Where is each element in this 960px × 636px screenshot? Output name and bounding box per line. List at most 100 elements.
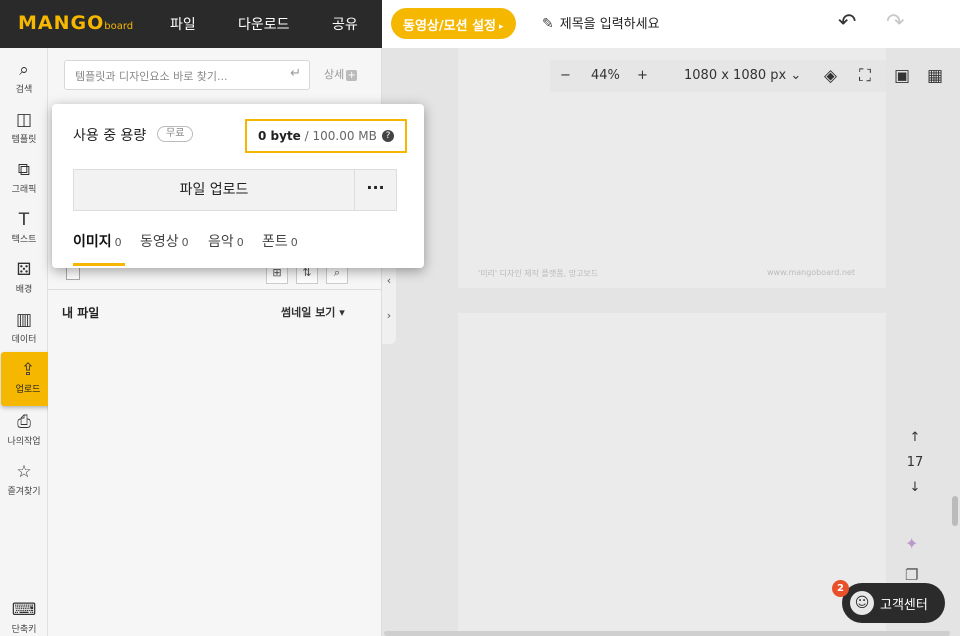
collapse-right-icon[interactable]: › <box>382 309 396 322</box>
total-storage: 100.00 MB <box>312 129 377 143</box>
more-options-button[interactable]: ··· <box>354 169 397 211</box>
nav-upload[interactable]: ⇪ 업로드 <box>1 352 55 406</box>
tab-music-count: 0 <box>236 236 244 249</box>
undo-icon[interactable]: ↶ <box>838 10 856 35</box>
play-triangle-icon: ▸ <box>499 22 504 32</box>
select-all-checkbox[interactable] <box>66 266 80 280</box>
page-size-icon[interactable]: ▣ <box>894 66 910 86</box>
tab-music[interactable]: 음악 0 <box>208 231 244 251</box>
title-input[interactable]: ✎ 제목을 입력하세요 <box>542 13 660 32</box>
chevron-down-icon: ⌄ <box>790 68 802 83</box>
thumbnail-view-dropdown[interactable]: 썸네일 보기 ▾ <box>281 304 345 320</box>
quota-separator: / <box>300 129 313 143</box>
active-tab-indicator <box>73 263 125 266</box>
usage-label: 사용 중 용량 <box>73 128 147 144</box>
nav-text[interactable]: T 텍스트 <box>0 210 48 245</box>
video-motion-settings-button[interactable]: 동영상/모션 설정 ▸ <box>391 8 516 39</box>
nav-background[interactable]: ⚄ 배경 <box>0 260 48 295</box>
help-icon[interactable]: ? <box>382 130 394 142</box>
watermark-left: '미리' 디자인 제작 플랫폼, 망고보드 <box>478 269 599 278</box>
tab-music-label: 음악 <box>208 234 234 250</box>
storage-popup: 사용 중 용량 무료 0 byte / 100.00 MB ? 파일 업로드 ·… <box>52 104 424 268</box>
zoom-level[interactable]: 44% <box>591 68 620 83</box>
layers-icon[interactable]: ◈ <box>824 66 837 86</box>
canvas-size-dropdown[interactable]: 1080 x 1080 px ⌄ <box>684 68 801 83</box>
page-navigator: ↑ 17 ↓ <box>900 430 930 495</box>
tab-image-count: 0 <box>114 236 122 249</box>
divider <box>48 289 382 290</box>
nav-graphic[interactable]: ⧉ 그래픽 <box>0 160 48 195</box>
menu-download[interactable]: 다운로드 <box>238 14 290 34</box>
search-icon: ⌕ <box>19 60 29 80</box>
file-upload-button[interactable]: 파일 업로드 <box>73 169 355 211</box>
nav-template[interactable]: ◫ 템플릿 <box>0 110 48 145</box>
background-icon: ⚄ <box>16 260 32 280</box>
text-icon: T <box>18 210 30 230</box>
vertical-scrollbar[interactable] <box>952 496 958 526</box>
printer-icon: ⎙ <box>17 412 31 432</box>
redo-icon[interactable]: ↷ <box>886 10 904 35</box>
tab-image-label: 이미지 <box>73 234 112 250</box>
canvas-size-label: 1080 x 1080 px <box>684 68 787 83</box>
nav-upload-label: 업로드 <box>15 385 41 395</box>
template-icon: ◫ <box>15 110 33 130</box>
tab-video-count: 0 <box>181 236 189 249</box>
title-placeholder: 제목을 입력하세요 <box>559 17 660 32</box>
panel-collapse-handle[interactable]: ‹ › <box>382 264 396 344</box>
nav-search[interactable]: ⌕ 검색 <box>0 60 48 95</box>
star-icon: ☆ <box>16 462 32 482</box>
menu-share[interactable]: 공유 <box>332 14 358 34</box>
nav-favorites[interactable]: ☆ 즐겨찾기 <box>0 462 48 497</box>
nav-text-label: 텍스트 <box>11 235 37 245</box>
notification-badge: 2 <box>832 580 849 597</box>
tab-font-count: 0 <box>290 236 298 249</box>
tab-video-label: 동영상 <box>140 234 179 250</box>
chart-icon: ▥ <box>15 310 33 330</box>
nav-template-label: 템플릿 <box>11 135 37 145</box>
grid-view-icon[interactable]: ▦ <box>927 66 943 86</box>
tab-font-label: 폰트 <box>262 234 288 250</box>
pencil-icon: ✎ <box>542 16 554 32</box>
top-menu-bar: MANGOboard 파일 다운로드 공유 <box>0 0 382 48</box>
tab-font[interactable]: 폰트 0 <box>262 231 298 251</box>
nav-favorites-label: 즐겨찾기 <box>7 487 41 497</box>
tab-video[interactable]: 동영상 0 <box>140 231 189 251</box>
zoom-in-button[interactable]: + <box>637 68 648 83</box>
page-down-icon[interactable]: ↓ <box>900 480 930 495</box>
nav-shortcuts-label: 단축키 <box>11 625 37 635</box>
color-picker-icon[interactable]: ✦ <box>905 534 918 553</box>
smiley-icon: ☺ <box>850 591 874 615</box>
mangoboard-logo[interactable]: MANGOboard <box>18 12 133 34</box>
nav-my-work[interactable]: ⎙ 나의작업 <box>0 412 48 447</box>
left-nav: ⌕ 검색 ◫ 템플릿 ⧉ 그래픽 T 텍스트 ⚄ 배경 ▥ 데이터 ⇪ 업로드 ⎙ 나의작업 ☆… <box>0 48 55 636</box>
video-button-label: 동영상/모션 설정 <box>403 19 496 34</box>
upload-icon: ⇪ <box>20 360 36 380</box>
collapse-left-icon[interactable]: ‹ <box>382 274 396 287</box>
nav-data[interactable]: ▥ 데이터 <box>0 310 48 345</box>
resize-frame-icon[interactable]: ⛶ <box>859 66 871 86</box>
enter-icon: ↵ <box>290 66 301 81</box>
detail-search-button[interactable]: 상세 + <box>324 66 358 82</box>
customer-center-button[interactable]: ☺ 고객센터 <box>842 583 945 623</box>
nav-my-work-label: 나의작업 <box>7 437 41 447</box>
nav-graphic-label: 그래픽 <box>11 185 37 195</box>
tab-image[interactable]: 이미지 0 <box>73 231 122 251</box>
plus-icon: + <box>346 70 358 81</box>
copy-page-icon[interactable]: ❐ <box>905 566 918 584</box>
search-input[interactable]: 템플릿과 디자인요소 바로 찾기... ↵ <box>64 60 310 90</box>
used-storage: 0 byte <box>258 129 301 143</box>
free-plan-badge: 무료 <box>157 126 194 142</box>
customer-center-label: 고객센터 <box>880 598 928 613</box>
detail-label: 상세 <box>324 68 345 81</box>
menu-file[interactable]: 파일 <box>170 14 196 34</box>
watermark-right: www.mangoboard.net <box>767 268 855 277</box>
zoom-out-button[interactable]: − <box>560 68 571 83</box>
nav-shortcuts[interactable]: ⌨ 단축키 <box>0 600 48 635</box>
nav-data-label: 데이터 <box>11 335 37 345</box>
canvas-page-current[interactable] <box>458 313 886 636</box>
page-up-icon[interactable]: ↑ <box>900 430 930 445</box>
graphic-icon: ⧉ <box>17 160 31 180</box>
search-placeholder: 템플릿과 디자인요소 바로 찾기... <box>75 70 228 83</box>
keyboard-icon: ⌨ <box>11 600 37 620</box>
horizontal-scrollbar[interactable] <box>384 631 950 636</box>
